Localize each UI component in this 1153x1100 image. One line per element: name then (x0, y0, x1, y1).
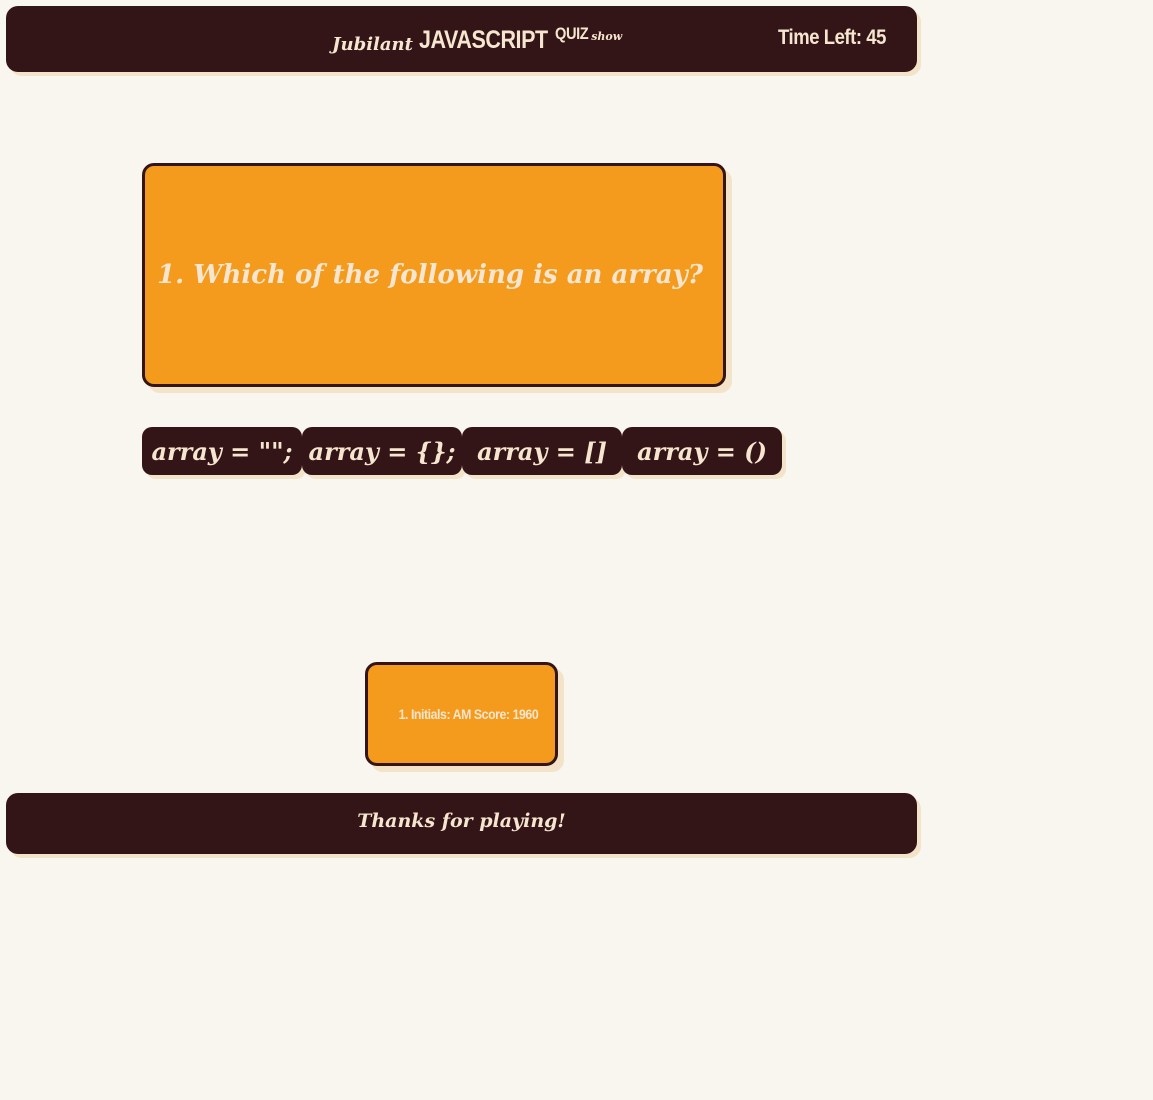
answer-label: array = {}; (308, 436, 456, 466)
answer-button-1[interactable]: array = ""; (142, 427, 302, 475)
high-score-card: 1. Initials: AM Score: 1960 (365, 662, 558, 766)
footer-text: Thanks for playing! (357, 810, 566, 832)
answer-button-2[interactable]: array = {}; (302, 427, 462, 475)
question-text: 1. Which of the following is an array? (157, 260, 703, 290)
answer-button-4[interactable]: array = () (622, 427, 782, 475)
title-prefix: Jubilant (332, 34, 413, 55)
header-bar: Jubilant JAVASCRIPT QUIZ show Time Left:… (6, 6, 917, 72)
title-quiz: QUIZ (554, 24, 589, 43)
answer-label: array = [] (477, 436, 607, 466)
title-suffix: show (591, 30, 623, 43)
timer: Time Left: 45 (778, 26, 886, 49)
answer-button-3[interactable]: array = [] (462, 427, 622, 475)
high-score-entry: 1. Initials: AM Score: 1960 (398, 706, 539, 722)
answer-label: array = () (637, 436, 767, 466)
answer-label: array = ""; (151, 436, 293, 466)
title-main: JAVASCRIPT (418, 26, 548, 54)
question-card: 1. Which of the following is an array? (142, 163, 726, 387)
footer-bar: Thanks for playing! (6, 793, 917, 854)
app-title: Jubilant JAVASCRIPT QUIZ show (332, 24, 623, 55)
answer-list: array = ""; array = {}; array = [] array… (142, 427, 782, 475)
